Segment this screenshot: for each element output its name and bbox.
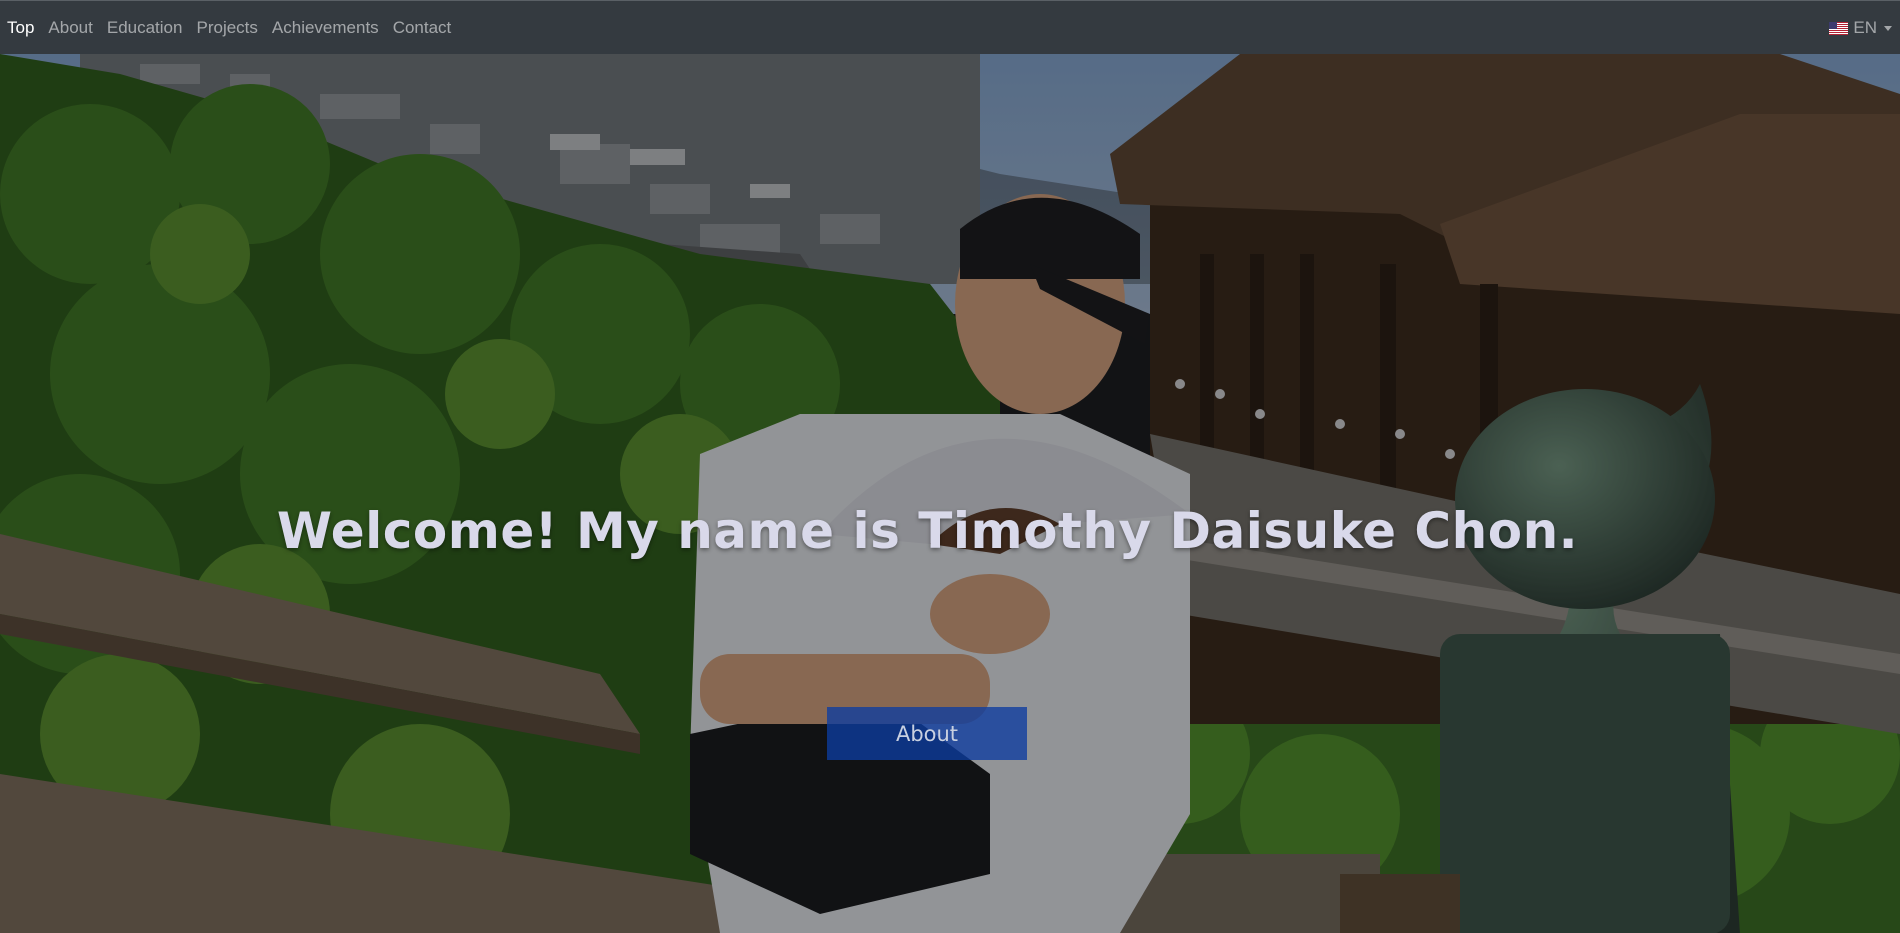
nav-item-achievements[interactable]: Achievements	[272, 18, 379, 38]
language-label: EN	[1853, 18, 1877, 37]
nav-item-top[interactable]: Top	[7, 18, 34, 38]
nav-links: Top About Education Projects Achievement…	[0, 18, 465, 38]
chevron-down-icon	[1884, 25, 1892, 31]
hero-headline: Welcome! My name is Timothy Daisuke Chon…	[276, 501, 1579, 560]
nav-item-about[interactable]: About	[48, 18, 92, 38]
about-button[interactable]: About	[827, 707, 1027, 760]
nav-item-education[interactable]: Education	[107, 18, 183, 38]
hero-section: Welcome! My name is Timothy Daisuke Chon…	[0, 54, 1900, 933]
us-flag-icon	[1829, 21, 1849, 35]
language-dropdown[interactable]: EN	[1829, 1, 1892, 55]
nav-item-contact[interactable]: Contact	[393, 18, 452, 38]
nav-item-projects[interactable]: Projects	[196, 18, 257, 38]
top-navbar: Top About Education Projects Achievement…	[0, 0, 1900, 54]
hero-dim-overlay	[0, 54, 1900, 933]
